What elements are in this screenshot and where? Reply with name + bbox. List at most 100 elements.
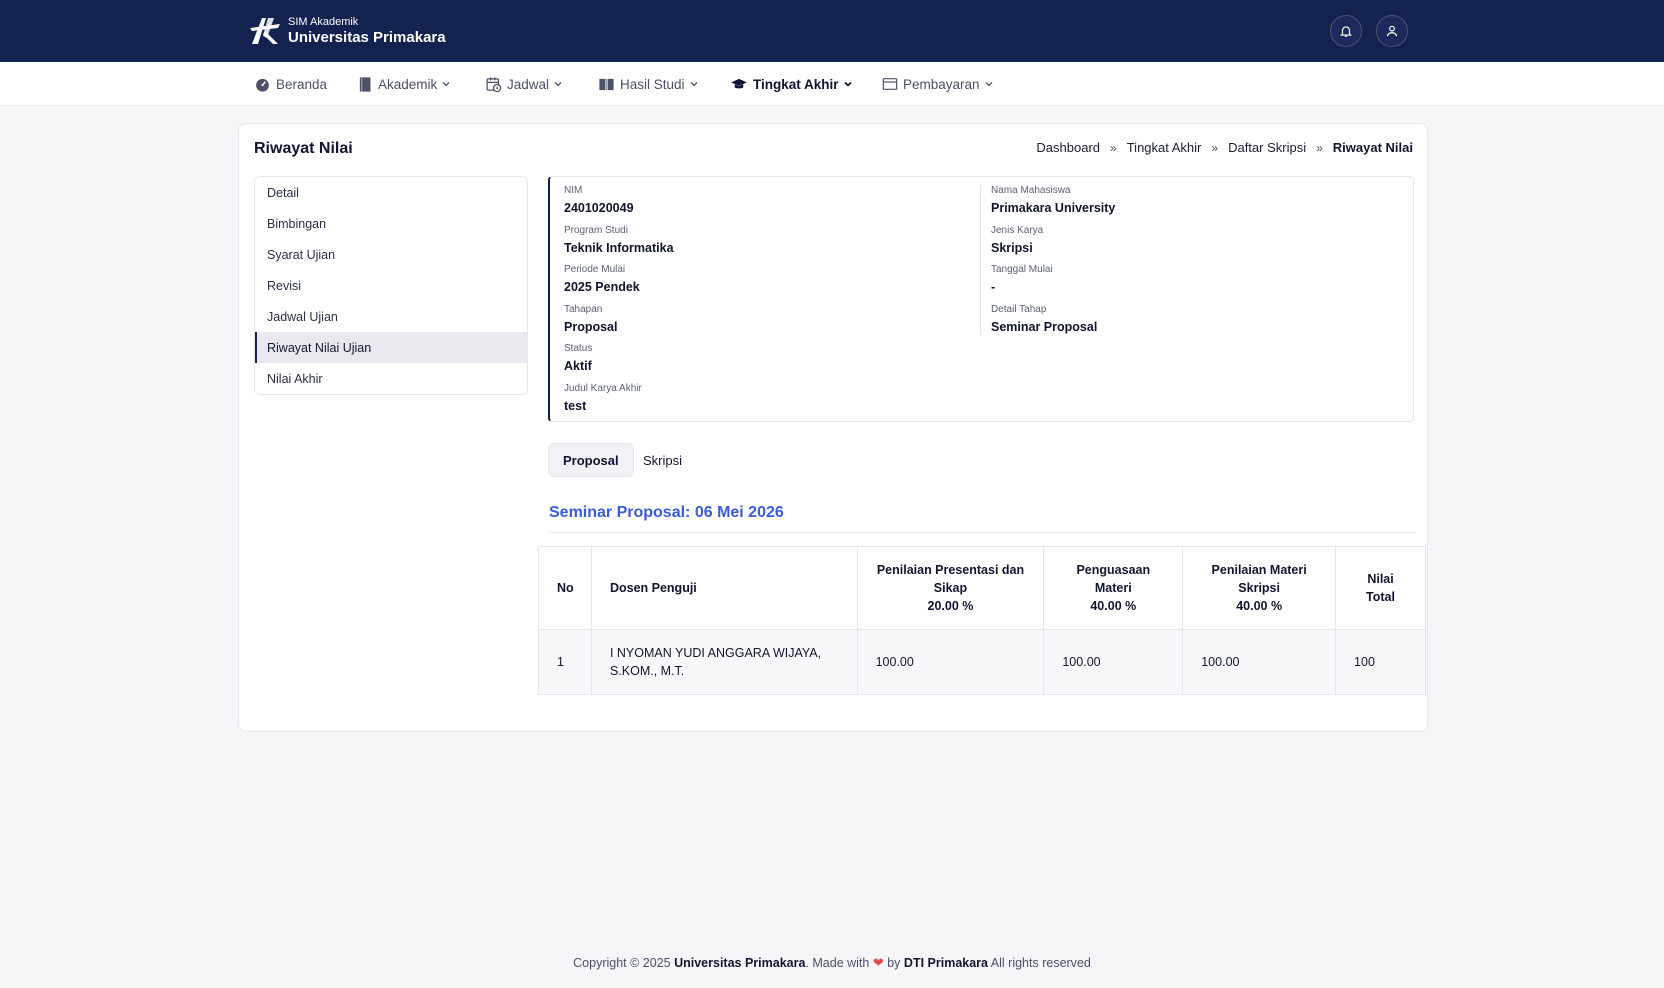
dosen-name-line: I NYOMAN YUDI ANGGARA WIJAYA, bbox=[609, 646, 822, 660]
header-text: Total bbox=[1366, 590, 1395, 604]
header-dosen-penguji: Dosen Penguji bbox=[590, 546, 858, 630]
nav-pembayaran[interactable]: Pembayaran bbox=[882, 62, 994, 106]
nav-label: Akademik bbox=[378, 76, 438, 92]
user-icon bbox=[1386, 25, 1398, 37]
cell-materi: 100.00 bbox=[1182, 629, 1337, 695]
side-item-bimbingan[interactable]: Bimbingan bbox=[255, 208, 527, 239]
field-label: Jenis Karya bbox=[991, 224, 1044, 236]
nav-label: Pembayaran bbox=[903, 76, 980, 92]
nav-label: Jadwal bbox=[507, 76, 550, 92]
field-label: Judul Karya Akhir bbox=[564, 382, 642, 394]
footer-made-with: . Made with bbox=[805, 956, 870, 970]
side-item-riwayat-nilai-ujian[interactable]: Riwayat Nilai Ujian bbox=[255, 332, 527, 363]
nav-label: Tingkat Akhir bbox=[753, 76, 839, 92]
breadcrumb-separator: » bbox=[1211, 140, 1219, 155]
side-item-nilai-akhir[interactable]: Nilai Akhir bbox=[255, 363, 527, 394]
chevron-down-icon bbox=[690, 82, 697, 87]
cell-total: 100 bbox=[1335, 629, 1426, 695]
header-no: No bbox=[538, 546, 592, 630]
field-detail-tahap: Detail Tahap Seminar Proposal bbox=[991, 304, 1400, 344]
breadcrumb-separator: » bbox=[1316, 140, 1323, 155]
nav-label: Beranda bbox=[276, 76, 328, 92]
brand[interactable]: SIM Akademik Universitas Primakara bbox=[248, 14, 446, 48]
header-penilaian-presentasi: Penilaian Presentasi dan Sikap 20.00 % bbox=[856, 546, 1045, 630]
breadcrumb-daftar-skripsi[interactable]: Daftar Skripsi bbox=[1228, 140, 1306, 155]
main-nav: Beranda Akademik Jadwal Hasil Studi Ting… bbox=[0, 62, 1664, 106]
field-nama-mahasiswa: Nama Mahasiswa Primakara University bbox=[991, 185, 1400, 225]
header-text: Penguasaan bbox=[1076, 563, 1151, 577]
user-profile-button[interactable] bbox=[1376, 15, 1408, 47]
score-table: No Dosen Penguji Penilaian Presentasi da… bbox=[538, 546, 1426, 695]
field-value: Seminar Proposal bbox=[991, 319, 1098, 334]
heart-icon: ❤ bbox=[872, 955, 884, 970]
tab-skripsi[interactable]: Skripsi bbox=[629, 443, 696, 477]
nav-hasil-studi[interactable]: Hasil Studi bbox=[598, 62, 699, 106]
field-jenis-karya: Jenis Karya Skripsi bbox=[991, 225, 1400, 265]
footer-by: by bbox=[887, 956, 901, 970]
cell-presentasi: 100.00 bbox=[856, 629, 1045, 695]
brand-subtitle: SIM Akademik bbox=[288, 15, 359, 28]
header-nilai-total: Nilai Total bbox=[1335, 546, 1426, 630]
table-header-row: No Dosen Penguji Penilaian Presentasi da… bbox=[538, 546, 1426, 630]
bell-icon bbox=[1339, 26, 1353, 37]
field-label: Program Studi bbox=[564, 224, 628, 236]
header-penilaian-materi: Penilaian Materi Skripsi 40.00 % bbox=[1182, 546, 1337, 630]
chevron-down-icon bbox=[442, 82, 450, 87]
header-weight: 40.00 % bbox=[1236, 599, 1283, 613]
nav-tingkat-akhir[interactable]: Tingkat Akhir bbox=[730, 62, 853, 106]
nav-beranda[interactable]: Beranda bbox=[254, 62, 327, 106]
brand-title: Universitas Primakara bbox=[288, 28, 446, 46]
page-title: Riwayat Nilai bbox=[254, 140, 353, 157]
footer: Copyright © 2025 Universitas Primakara. … bbox=[0, 955, 1664, 971]
side-item-jadwal-ujian[interactable]: Jadwal Ujian bbox=[255, 301, 527, 332]
header-text: Skripsi bbox=[1238, 581, 1280, 595]
field-label: Tanggal Mulai bbox=[991, 264, 1053, 275]
field-status: Status Aktif bbox=[564, 343, 964, 383]
side-item-detail[interactable]: Detail bbox=[255, 177, 527, 208]
breadcrumb: Dashboard » Tingkat Akhir » Daftar Skrip… bbox=[1036, 140, 1413, 155]
field-value: test bbox=[564, 398, 587, 413]
field-judul-karya-akhir: Judul Karya Akhir test bbox=[564, 383, 964, 423]
nav-akademik[interactable]: Akademik bbox=[358, 62, 451, 106]
footer-team: DTI Primakara bbox=[903, 956, 988, 970]
header-penguasaan-materi: Penguasaan Materi 40.00 % bbox=[1043, 546, 1184, 630]
section-divider bbox=[549, 532, 1415, 533]
field-label: Nama Mahasiswa bbox=[991, 185, 1071, 196]
field-periode-mulai: Periode Mulai 2025 Pendek bbox=[564, 264, 964, 304]
field-nim: NIM 2401020049 bbox=[564, 185, 964, 225]
notifications-button[interactable] bbox=[1330, 15, 1362, 47]
top-header: SIM Akademik Universitas Primakara bbox=[0, 0, 1664, 62]
chevron-down-icon bbox=[843, 81, 852, 87]
cell-dosen-penguji: I NYOMAN YUDI ANGGARA WIJAYA, S.KOM., M.… bbox=[590, 629, 858, 695]
field-label: Status bbox=[564, 343, 593, 354]
nav-jadwal[interactable]: Jadwal bbox=[485, 62, 563, 106]
side-menu: Detail Bimbingan Syarat Ujian Revisi Jad… bbox=[254, 176, 528, 395]
section-title: Seminar Proposal: 06 Mei 2026 bbox=[549, 504, 784, 521]
field-label: Periode Mulai bbox=[564, 264, 626, 275]
side-item-revisi[interactable]: Revisi bbox=[255, 270, 527, 301]
field-value: 2025 Pendek bbox=[564, 280, 640, 294]
header-weight: 40.00 % bbox=[1090, 599, 1137, 613]
header-weight: 20.00 % bbox=[927, 599, 974, 613]
field-value: 2401020049 bbox=[564, 201, 634, 215]
breadcrumb-tingkat-akhir[interactable]: Tingkat Akhir bbox=[1127, 140, 1202, 155]
breadcrumb-dashboard[interactable]: Dashboard bbox=[1036, 140, 1100, 155]
header-text: Materi bbox=[1094, 581, 1132, 595]
chevron-down-icon bbox=[985, 82, 993, 87]
dashboard-icon bbox=[256, 78, 269, 92]
info-column-right: Nama Mahasiswa Primakara University Jeni… bbox=[980, 185, 1400, 335]
field-value: Skripsi bbox=[991, 240, 1033, 255]
header-text: Sikap bbox=[933, 581, 968, 595]
side-item-syarat-ujian[interactable]: Syarat Ujian bbox=[255, 239, 527, 270]
footer-rights: All rights reserved bbox=[990, 956, 1091, 970]
tab-proposal[interactable]: Proposal bbox=[548, 443, 634, 477]
cell-penguasaan: 100.00 bbox=[1043, 629, 1184, 695]
field-label: Detail Tahap bbox=[991, 303, 1047, 315]
field-value: - bbox=[991, 280, 996, 294]
chevron-down-icon bbox=[554, 82, 562, 87]
table-row: 1 I NYOMAN YUDI ANGGARA WIJAYA, S.KOM., … bbox=[538, 629, 1426, 695]
header-text: Nilai bbox=[1367, 572, 1394, 586]
field-value: Proposal bbox=[564, 319, 618, 334]
calendar-clock-icon bbox=[486, 76, 502, 92]
graduation-cap-icon bbox=[731, 78, 747, 88]
